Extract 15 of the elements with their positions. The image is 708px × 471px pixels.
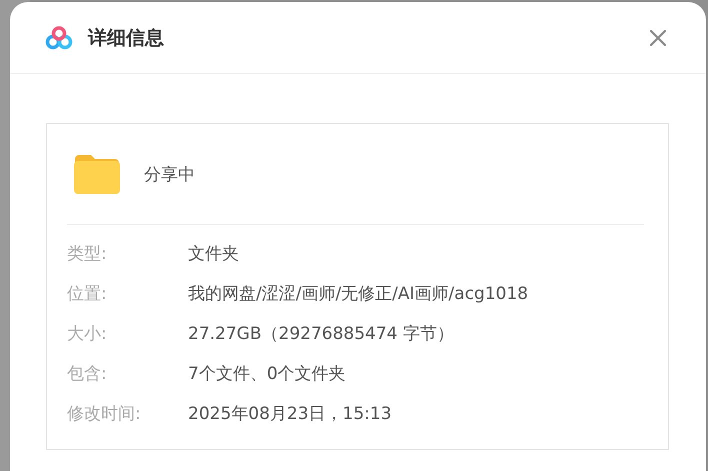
detail-label: 大小: — [67, 322, 108, 344]
detail-label: 修改时间: — [67, 402, 142, 424]
detail-value: 我的网盘/涩涩/画师/无修正/AI画师/acg1018 — [188, 282, 528, 304]
detail-value: 27.27GB（29276885474 字节） — [188, 322, 454, 344]
detail-value: 文件夹 — [188, 242, 239, 264]
close-icon[interactable] — [649, 28, 667, 46]
detail-value: 7个文件、0个文件夹 — [188, 362, 346, 384]
detail-label: 位置: — [67, 282, 108, 304]
dialog-title: 详细信息 — [88, 26, 165, 50]
detail-label: 类型: — [67, 242, 108, 264]
cloud-logo-icon — [45, 26, 73, 50]
folder-name: 分享中 — [144, 164, 195, 186]
detail-value: 2025年08月23日，15:13 — [188, 402, 392, 424]
detail-label: 包含: — [67, 362, 108, 384]
folder-icon — [73, 154, 121, 194]
